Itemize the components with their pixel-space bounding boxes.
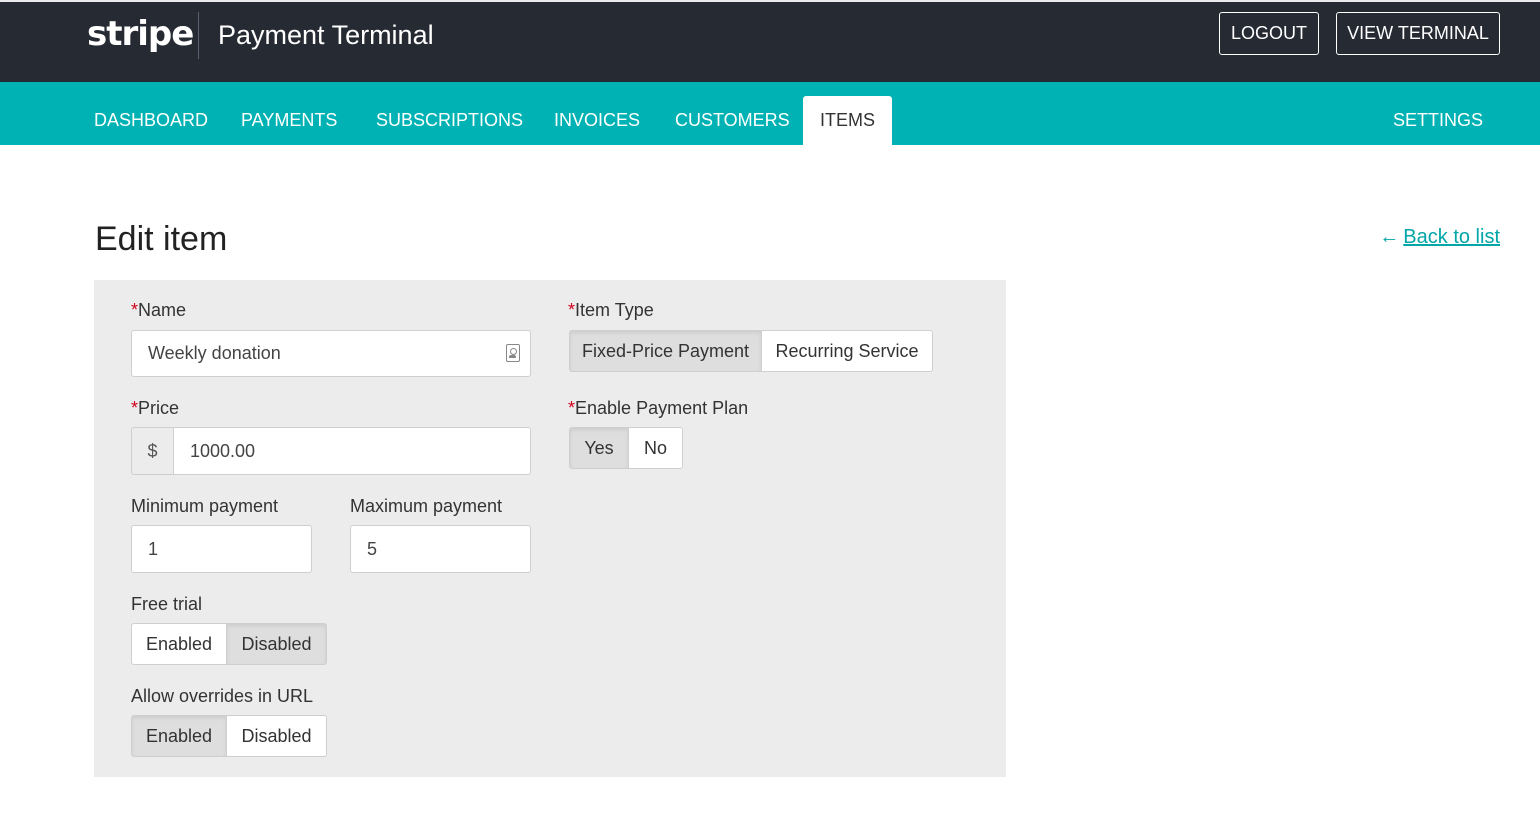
required-mark: * xyxy=(568,398,576,418)
nav-item-payments[interactable]: PAYMENTS xyxy=(241,96,337,145)
nav-item-dashboard[interactable]: DASHBOARD xyxy=(94,96,208,145)
name-input[interactable]: Weekly donation xyxy=(131,330,531,377)
maximum-payment-input[interactable]: 5 xyxy=(350,525,531,573)
nav-item-items[interactable]: ITEMS xyxy=(803,96,892,145)
left-arrow-icon: ← xyxy=(1379,226,1400,248)
name-value: Weekly donation xyxy=(148,343,281,363)
payment-plan-toggle: Yes No xyxy=(569,427,683,469)
edit-item-form: *Name Weekly donation *Price $ 1000.00 M… xyxy=(94,280,1006,777)
free-trial-toggle: Enabled Disabled xyxy=(131,623,327,665)
main-nav: DASHBOARD PAYMENTS SUBSCRIPTIONS INVOICE… xyxy=(0,82,1540,145)
allow-overrides-enabled-button[interactable]: Enabled xyxy=(131,715,227,757)
free-trial-label: Free trial xyxy=(131,594,203,614)
free-trial-enabled-button[interactable]: Enabled xyxy=(131,623,227,665)
nav-item-settings[interactable]: SETTINGS xyxy=(1393,96,1483,145)
allow-overrides-toggle: Enabled Disabled xyxy=(131,715,327,757)
payment-plan-yes-button[interactable]: Yes xyxy=(569,427,629,469)
payment-plan-no-button[interactable]: No xyxy=(629,427,683,469)
minimum-payment-value: 1 xyxy=(148,538,159,559)
free-trial-disabled-button[interactable]: Disabled xyxy=(227,623,327,665)
minimum-payment-label: Minimum payment xyxy=(131,496,279,516)
allow-overrides-label: Allow overrides in URL xyxy=(131,686,314,706)
allow-overrides-disabled-button[interactable]: Disabled xyxy=(227,715,327,757)
item-type-label: *Item Type xyxy=(568,300,654,320)
fixed-price-payment-button[interactable]: Fixed-Price Payment xyxy=(569,330,762,372)
required-mark: * xyxy=(131,300,139,320)
minimum-payment-input[interactable]: 1 xyxy=(131,525,312,573)
item-type-toggle: Fixed-Price Payment Recurring Service xyxy=(569,330,933,372)
required-mark: * xyxy=(131,398,139,418)
logout-button[interactable]: LOGOUT xyxy=(1219,12,1319,55)
maximum-payment-value: 5 xyxy=(367,538,378,559)
back-to-list-label: Back to list xyxy=(1403,226,1500,248)
page-title: Edit item xyxy=(95,220,228,258)
price-label: *Price xyxy=(131,398,180,418)
contact-card-icon[interactable] xyxy=(506,344,520,362)
recurring-service-button[interactable]: Recurring Service xyxy=(762,330,933,372)
maximum-payment-label: Maximum payment xyxy=(350,496,503,516)
required-mark: * xyxy=(568,300,576,320)
app-title: Payment Terminal xyxy=(218,20,434,50)
logo-divider xyxy=(198,12,199,59)
nav-item-customers[interactable]: CUSTOMERS xyxy=(675,96,790,145)
top-bar: stripe Payment Terminal LOGOUT VIEW TERM… xyxy=(0,0,1540,82)
price-input[interactable]: 1000.00 xyxy=(173,427,531,475)
nav-item-subscriptions[interactable]: SUBSCRIPTIONS xyxy=(376,96,523,145)
view-terminal-button[interactable]: VIEW TERMINAL xyxy=(1336,12,1500,55)
currency-addon: $ xyxy=(131,427,173,475)
payment-plan-label: *Enable Payment Plan xyxy=(568,398,749,418)
back-to-list-link[interactable]: ← Back to list xyxy=(1379,226,1500,249)
nav-item-invoices[interactable]: INVOICES xyxy=(554,96,640,145)
price-value: 1000.00 xyxy=(190,440,256,461)
stripe-logo[interactable]: stripe xyxy=(87,14,194,54)
name-label: *Name xyxy=(131,300,187,320)
